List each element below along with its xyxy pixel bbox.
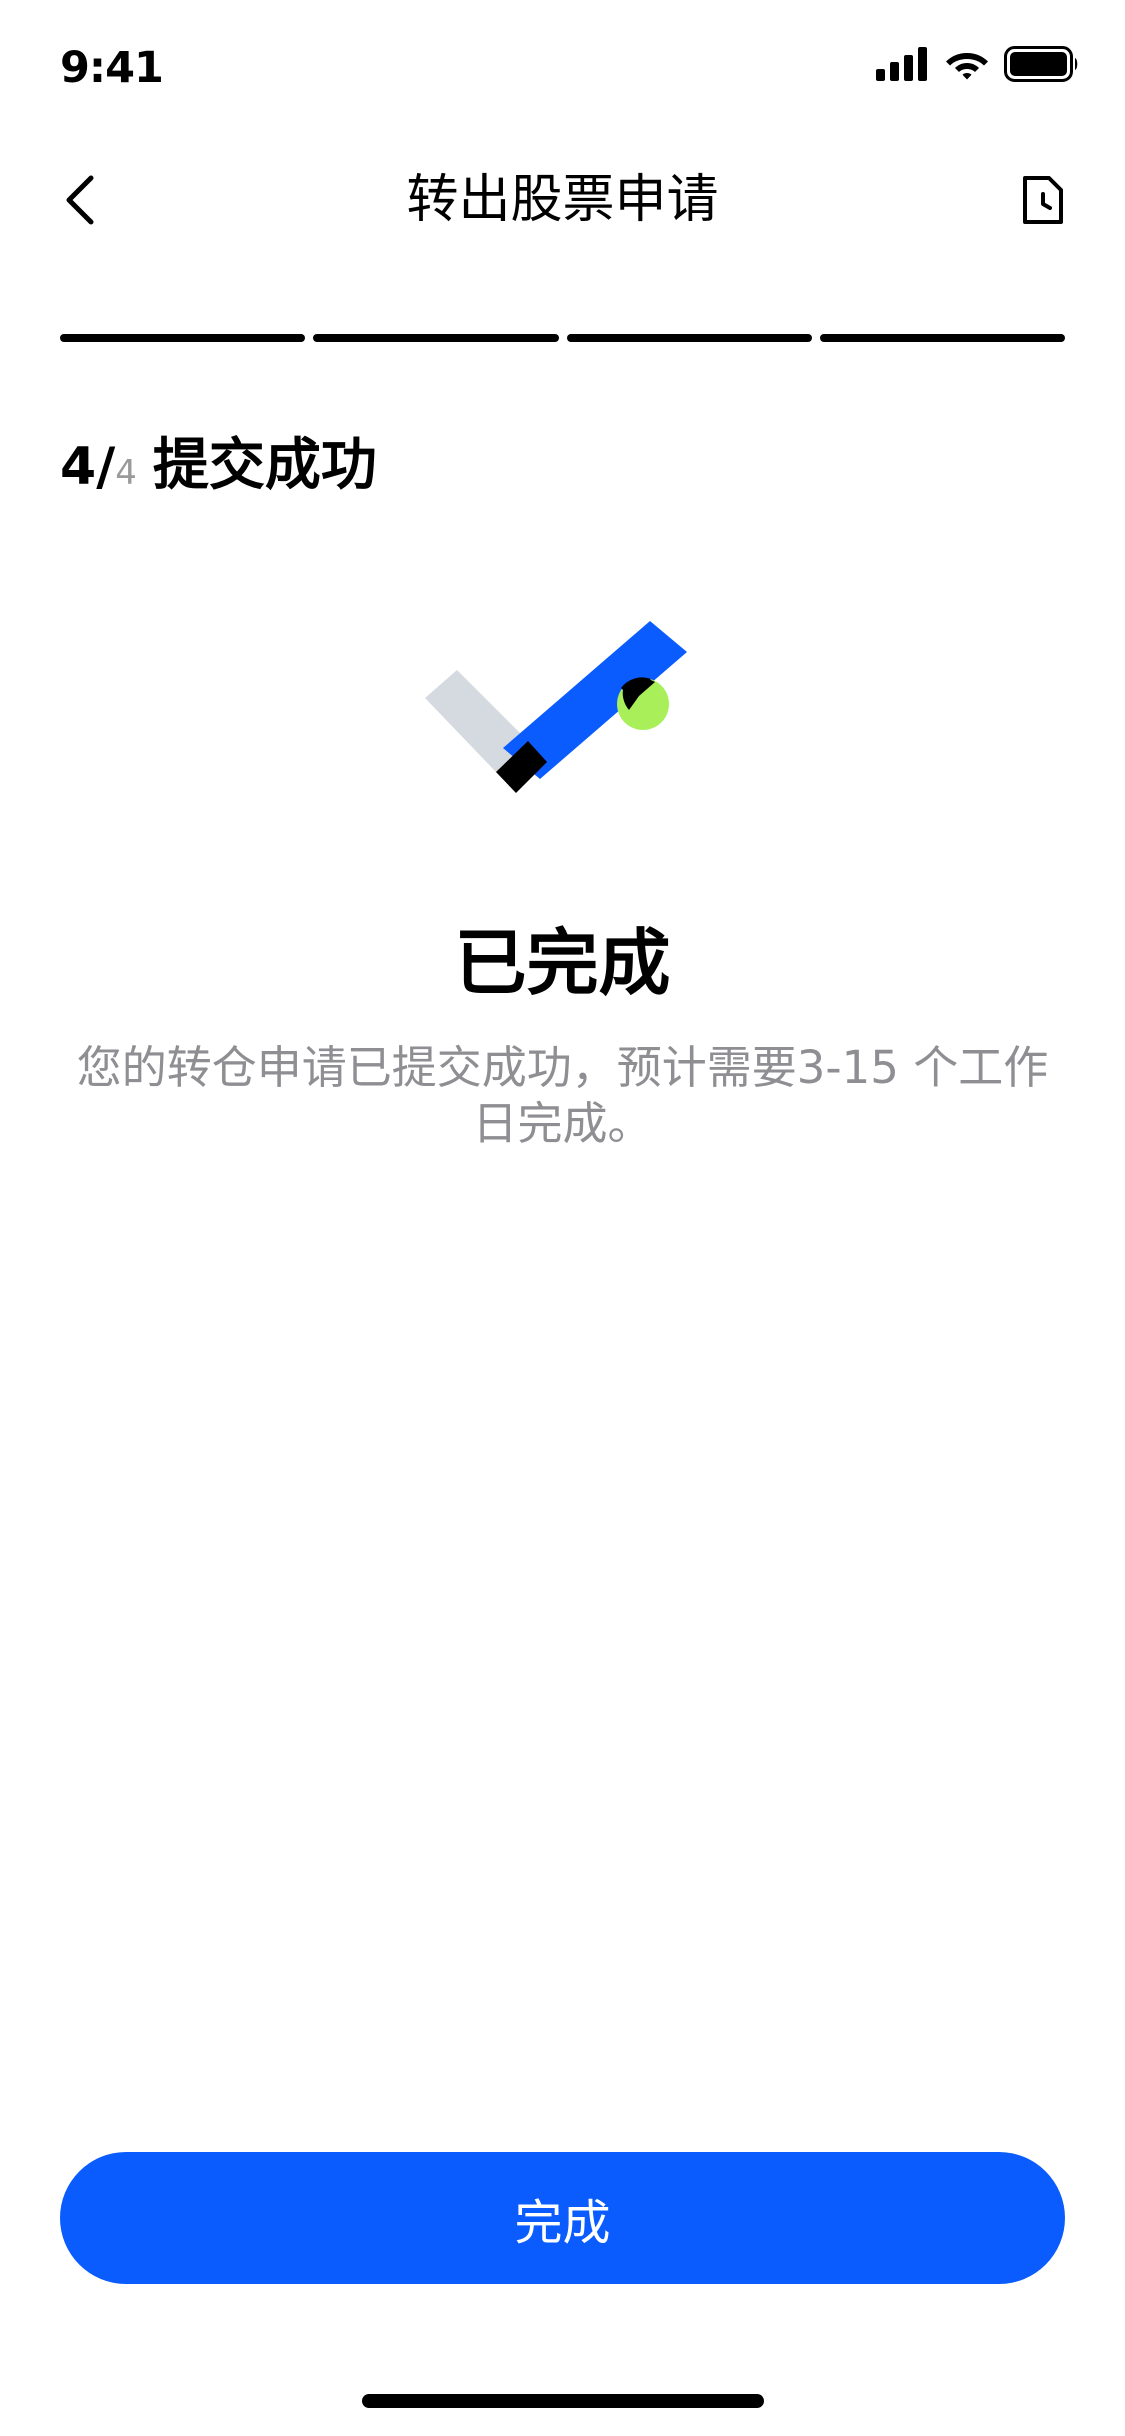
progress-segment-2	[313, 334, 559, 342]
result-description: 您的转仓申请已提交成功，预计需要3-15 个工作日完成。	[76, 1041, 1049, 1150]
history-button[interactable]	[1011, 168, 1075, 232]
document-clock-icon	[1023, 176, 1063, 224]
status-bar: 9:41	[0, 0, 1125, 132]
home-indicator[interactable]	[362, 2394, 764, 2408]
step-total: 4	[115, 453, 137, 493]
step-current: 4	[60, 437, 97, 497]
wifi-icon	[946, 53, 988, 80]
status-time: 9:41	[60, 43, 164, 93]
page-title: 转出股票申请	[406, 170, 719, 230]
cellular-signal-icon	[876, 47, 927, 81]
chevron-left-icon	[66, 175, 94, 225]
back-button[interactable]	[50, 170, 110, 230]
step-title: 提交成功	[152, 433, 377, 498]
battery-icon	[1004, 46, 1078, 82]
status-icons	[876, 44, 1080, 84]
nav-bar: 转出股票申请	[0, 150, 1125, 250]
step-progress	[60, 334, 1065, 342]
progress-segment-3	[566, 334, 812, 342]
success-check-illustration	[425, 621, 687, 793]
done-button[interactable]: 完成	[60, 2152, 1065, 2284]
progress-segment-1	[60, 334, 306, 342]
step-heading: 4 / 4 提交成功	[60, 420, 377, 498]
result-title: 已完成	[454, 921, 671, 1005]
step-separator: /	[96, 437, 116, 497]
progress-segment-4	[819, 334, 1065, 342]
